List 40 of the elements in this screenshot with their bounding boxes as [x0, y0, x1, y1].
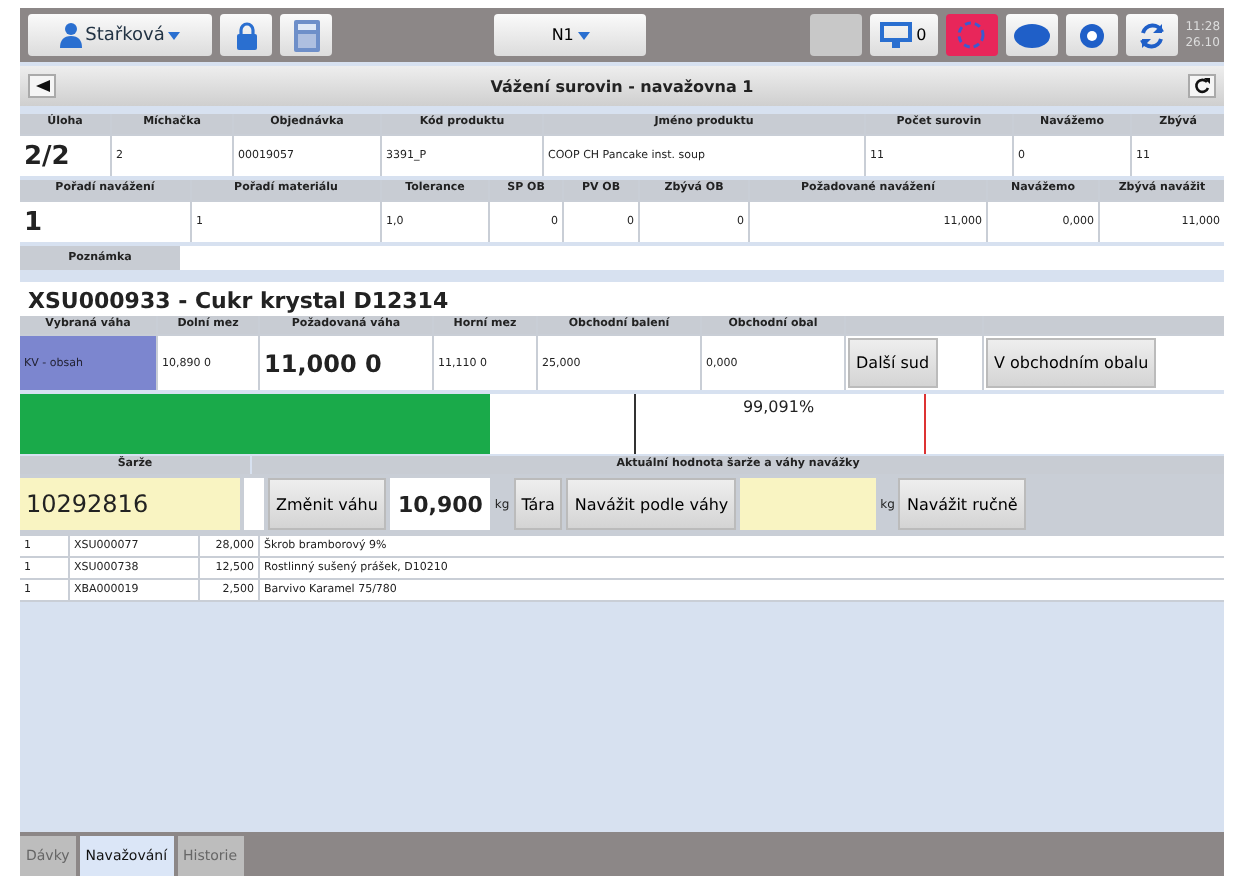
reload-button[interactable] — [1188, 74, 1216, 98]
table-cell: 2/2 — [20, 136, 110, 176]
manual-weight-field[interactable] — [740, 478, 877, 530]
lock-icon — [235, 21, 257, 49]
window-title: Vážení surovin - navažovna 1 — [488, 77, 756, 95]
calculator-icon — [293, 19, 319, 51]
user-icon — [59, 22, 82, 48]
line-dropdown[interactable]: N1 — [494, 14, 647, 56]
change-weight-button[interactable]: Změnit váhu — [268, 478, 386, 530]
cloud-icon — [1013, 22, 1050, 48]
table-cell: 11,000 0 — [260, 336, 432, 390]
caret-icon — [168, 31, 181, 39]
material-title: XSU000933 - Cukr krystal D12314 — [20, 282, 1224, 316]
action-button[interactable]: Další sud — [848, 338, 938, 388]
circle-icon — [956, 20, 987, 50]
progress-reading: 99,091% — [740, 398, 817, 416]
monitor-button[interactable]: 0 — [869, 14, 938, 56]
settings-button[interactable] — [1065, 14, 1118, 56]
back-icon — [35, 80, 49, 92]
cloud-button[interactable] — [1005, 14, 1058, 56]
caret-icon — [577, 31, 590, 39]
blank-panel — [809, 14, 862, 56]
manual-weigh-button[interactable]: Navážit ručně — [898, 478, 1026, 530]
reload-icon — [1194, 78, 1210, 94]
refresh-button[interactable] — [1125, 14, 1178, 56]
action-button[interactable]: V obchodním obalu — [986, 338, 1157, 388]
lock-button[interactable] — [220, 14, 272, 56]
refresh-icon — [1137, 21, 1166, 49]
table-cell: 1 — [20, 202, 190, 242]
weigh-button[interactable]: Navážit podle váhy — [566, 478, 737, 530]
back-button[interactable] — [28, 74, 56, 98]
user-button[interactable]: Stařková — [28, 14, 212, 56]
monitor-icon — [880, 22, 913, 48]
tare-button[interactable]: Tára — [513, 478, 563, 530]
weight-value: 10,900 — [389, 478, 491, 530]
settings-icon — [1077, 21, 1106, 49]
batch-field[interactable]: 10292816 — [20, 478, 240, 530]
monitor-count: 0 — [916, 26, 927, 44]
calculator-button[interactable] — [280, 14, 332, 56]
blank-panel — [244, 478, 264, 530]
